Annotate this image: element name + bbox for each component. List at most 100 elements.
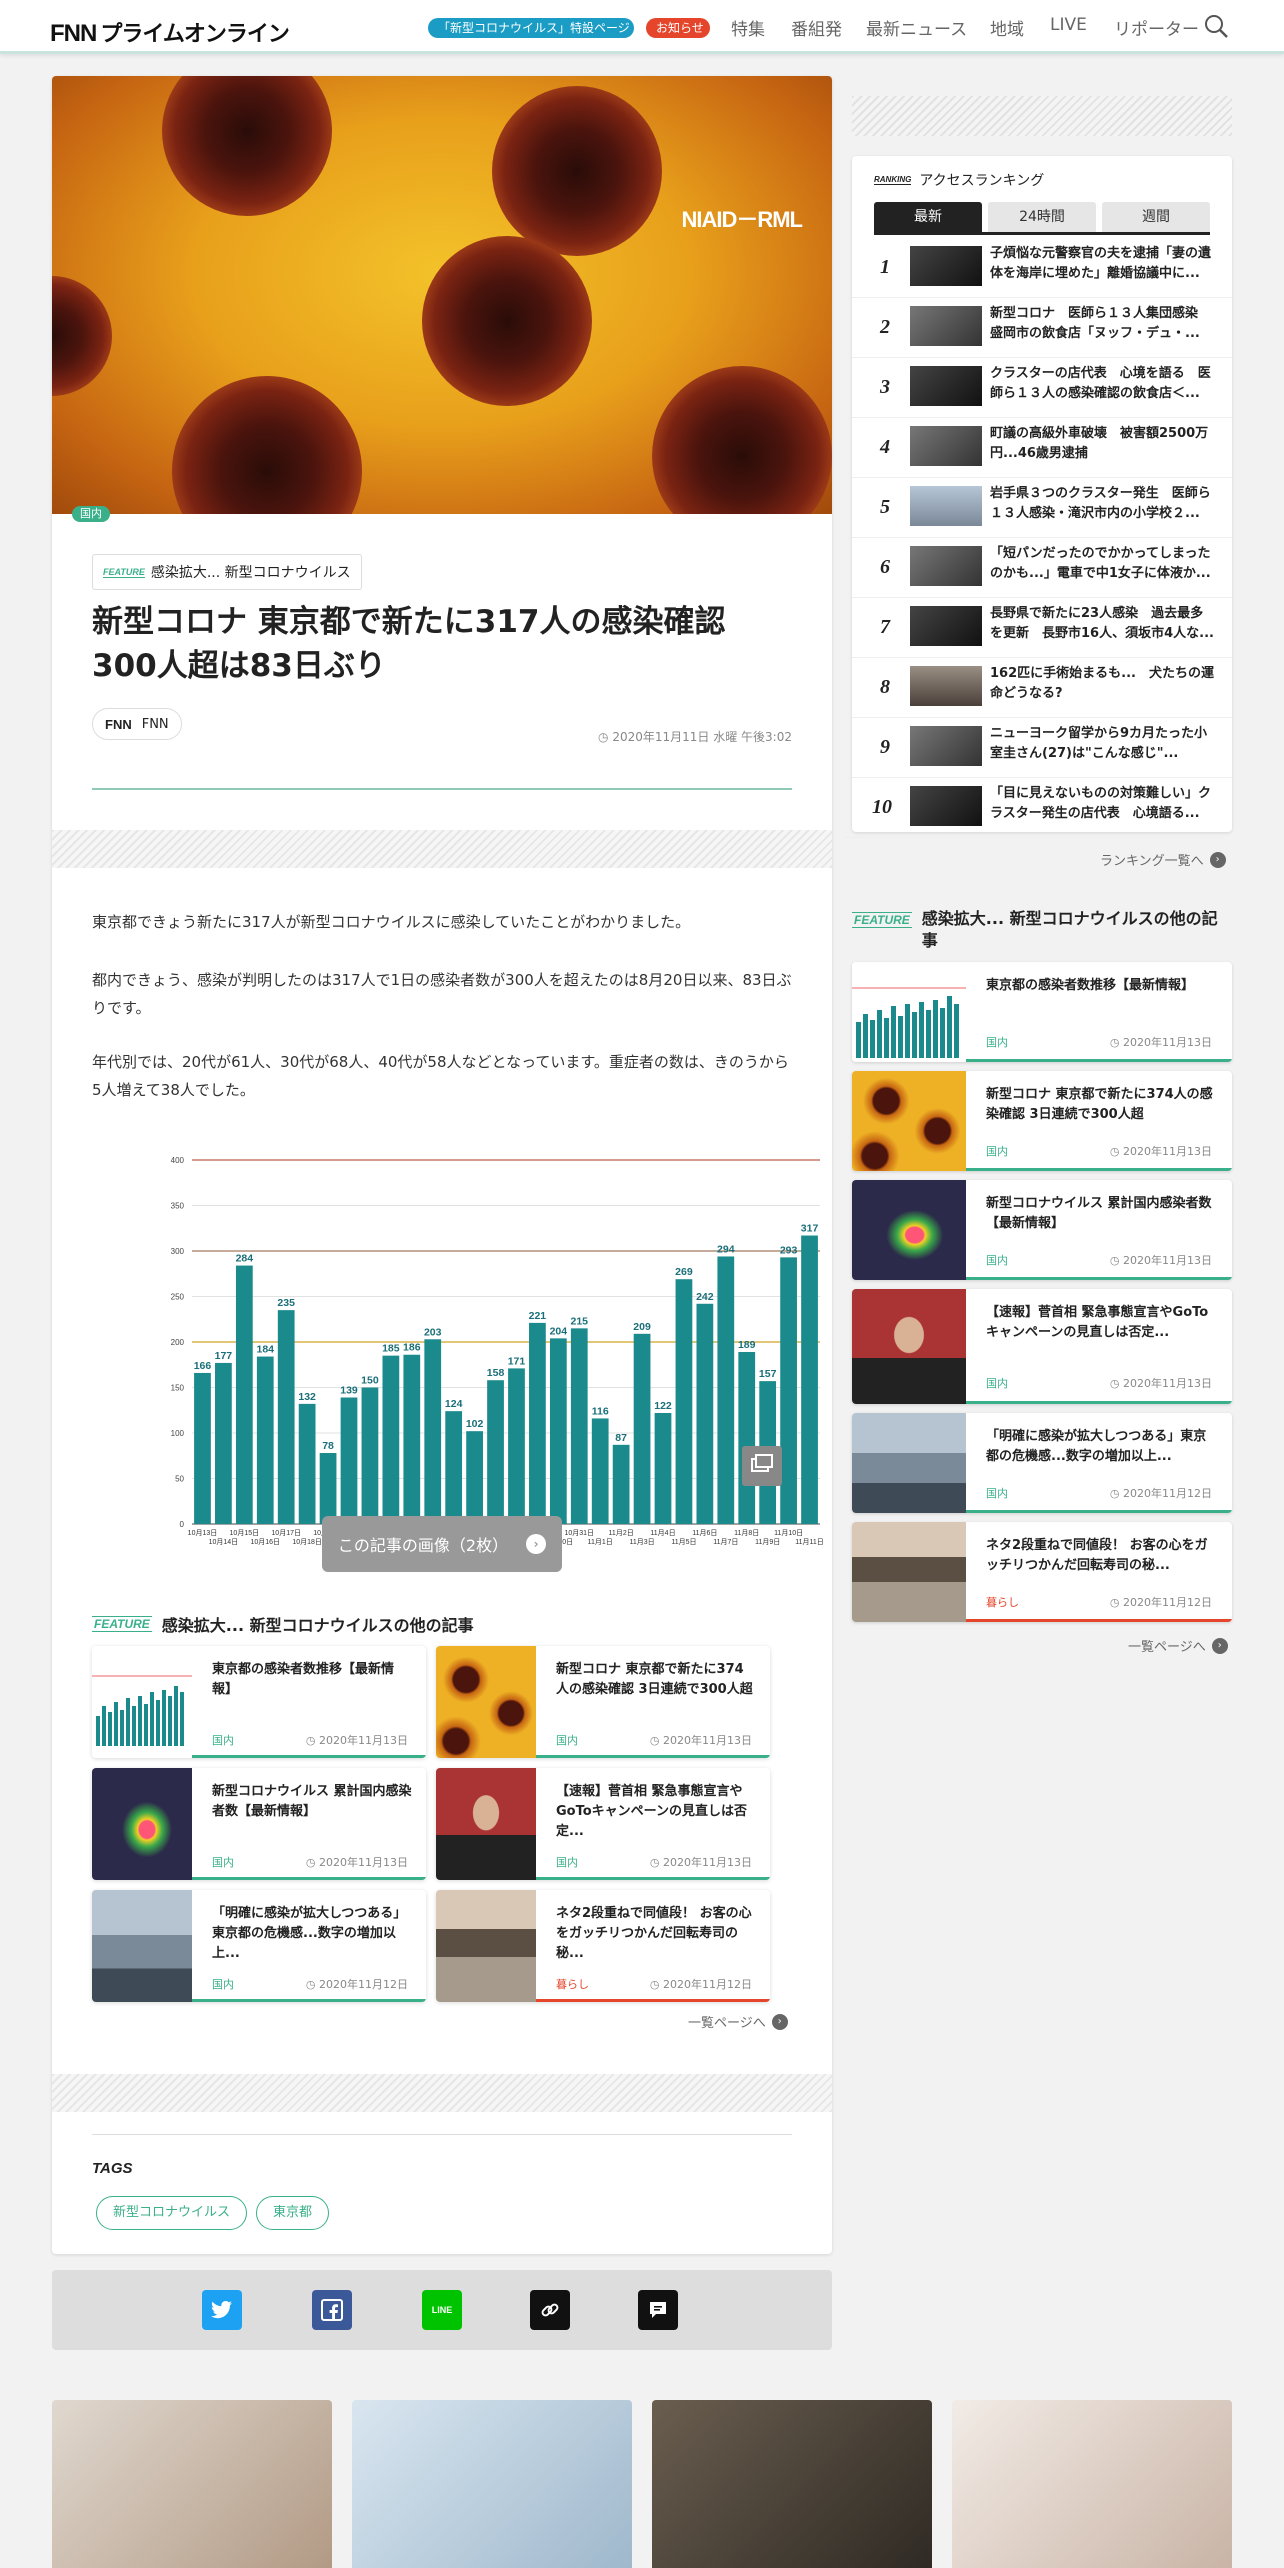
gallery-button[interactable]: この記事の画像（2枚） › bbox=[322, 1516, 562, 1572]
ranking-item[interactable]: 5 岩手県３つのクラスター発生 医師ら１３人感染・滝沢市内の小学校２... bbox=[852, 478, 1232, 538]
related-more-link[interactable]: 一覧ページへ › bbox=[688, 2012, 788, 2031]
line-icon[interactable]: LINE bbox=[422, 2290, 462, 2330]
ranking-item[interactable]: 3 クラスターの店代表 心境を語る 医師ら１３人の感染確認の飲食店＜... bbox=[852, 358, 1232, 418]
cases-bar-chart[interactable]: 0 50 100 150 200 250 300 350 400 166 10月13日 177 10月1… bbox=[110, 1142, 840, 1552]
link-icon[interactable] bbox=[530, 2290, 570, 2330]
x-tick-label: 10月17日 bbox=[271, 1529, 301, 1537]
data-label: 158 bbox=[487, 1367, 505, 1379]
data-label: 124 bbox=[445, 1398, 463, 1410]
related-date: ◷ 2020年11月12日 bbox=[305, 1978, 408, 1991]
feature-tag: FEATURE bbox=[103, 566, 145, 578]
x-tick-label: 11月7日 bbox=[713, 1538, 738, 1546]
bar bbox=[194, 1372, 211, 1524]
ranking-item[interactable]: 8 162匹に手術始まるも... 犬たちの運命どうなる? bbox=[852, 658, 1232, 718]
side-feature-item[interactable]: 【速報】菅首相 緊急事態宣言やGoToキャンペーンの見直しは否定... 国内 ◷… bbox=[852, 1289, 1232, 1404]
nav-tokushu[interactable]: 特集 bbox=[731, 15, 765, 40]
side-feature-item[interactable]: ネタ2段重ねで同値段！ お客の心をガッチリつかんだ回転寿司の秘... 暮らし ◷… bbox=[852, 1522, 1232, 1622]
data-label: 203 bbox=[424, 1326, 442, 1338]
thumbnail bbox=[852, 1071, 966, 1171]
ranking-item[interactable]: 7 長野県で新たに23人感染 過去最多を更新 長野市16人、須坂市4人な... bbox=[852, 598, 1232, 658]
twitter-icon[interactable] bbox=[202, 2290, 242, 2330]
data-label: 317 bbox=[801, 1223, 819, 1235]
ranking-item[interactable]: 10 「目に見えないものの対策難しい」クラスター発生の店代表 心境語る... bbox=[844, 778, 1224, 838]
source-logo: FNN bbox=[105, 716, 132, 732]
related-article[interactable]: ネタ2段重ねで同値段！ お客の心をガッチリつかんだ回転寿司の秘... 暮らし ◷… bbox=[436, 1890, 770, 2002]
thumbnail bbox=[436, 1646, 536, 1758]
tag-tokyo[interactable]: 東京都 bbox=[256, 2196, 330, 2230]
thumbnail bbox=[92, 1646, 192, 1758]
thumbnail bbox=[92, 1768, 192, 1880]
tab-latest[interactable]: 最新 bbox=[874, 202, 982, 232]
chevron-right-icon: › bbox=[1211, 1637, 1228, 1654]
related-article[interactable]: 東京都の感染者数推移【最新情報】 国内 ◷ 2020年11月13日 bbox=[92, 1646, 426, 1758]
related-article[interactable]: 新型コロナ 東京都で新たに374人の感染確認 3日連続で300人超 国内 ◷ 2… bbox=[436, 1646, 770, 1758]
feature-link[interactable]: FEATURE 感染拡大... 新型コロナウイルス bbox=[92, 554, 362, 590]
tab-24h[interactable]: 24時間 bbox=[988, 202, 1096, 232]
y-tick-label: 300 bbox=[171, 1247, 185, 1256]
tag-covid[interactable]: 新型コロナウイルス bbox=[96, 2196, 248, 2230]
hero-image: NIAID－RML bbox=[52, 76, 832, 514]
paragraph-3: 年代別では、20代が61人、30代が68人、40代が58人などとなっています。重… bbox=[92, 1053, 789, 1099]
related-article[interactable]: 新型コロナウイルス 累計国内感染者数【最新情報】 国内 ◷ 2020年11月13… bbox=[92, 1768, 426, 1880]
related-date: ◷ 2020年11月13日 bbox=[305, 1856, 408, 1869]
data-label: 242 bbox=[696, 1291, 714, 1303]
related-category: 国内 bbox=[212, 1734, 234, 1747]
promo-card[interactable] bbox=[52, 2400, 332, 2568]
thumbnail bbox=[852, 1289, 966, 1404]
x-tick-label: 11月11日 bbox=[795, 1538, 824, 1546]
data-label: 235 bbox=[277, 1297, 295, 1309]
ranking-item[interactable]: 6 「短パンだったのでかかってしまったのかも...」電車で中1女子に体液か... bbox=[852, 538, 1232, 598]
nav-latest-news[interactable]: 最新ニュース bbox=[866, 15, 967, 40]
source-badge[interactable]: FNN FNN bbox=[92, 708, 182, 740]
x-tick-label: 10月15日 bbox=[230, 1529, 260, 1537]
nav-reporter[interactable]: リポーター bbox=[1114, 15, 1199, 40]
nav-bangumi[interactable]: 番組発 bbox=[791, 15, 842, 40]
bar bbox=[612, 1444, 630, 1524]
x-tick-label: 11月6日 bbox=[692, 1529, 717, 1537]
chart-svg: 0 50 100 150 200 250 300 350 400 166 10月13日 177 10月1… bbox=[171, 1156, 824, 1546]
category-badge[interactable]: 国内 bbox=[72, 506, 110, 522]
promo-card[interactable] bbox=[952, 2400, 1232, 2568]
related-category: 国内 bbox=[556, 1734, 578, 1747]
promo-card[interactable] bbox=[352, 2400, 632, 2568]
x-tick-label: 11月3日 bbox=[629, 1538, 654, 1546]
ranking-item[interactable]: 9 ニューヨーク留学から9カ月たった小室圭さん(27)は"こんな感じ"... bbox=[852, 718, 1232, 778]
thumbnail bbox=[910, 426, 982, 466]
ranking-more-link[interactable]: ランキング一覧へ › bbox=[1100, 850, 1226, 869]
related-article[interactable]: 「明確に感染が拡大しつつある」東京都の危機感...数字の増加以上... 国内 ◷… bbox=[92, 1890, 426, 2002]
comment-icon[interactable] bbox=[638, 2290, 678, 2330]
ranking-item[interactable]: 4 町議の高級外車破壊 被害額2500万円...46歳男逮捕 bbox=[852, 418, 1232, 478]
notice-pill[interactable]: お知らせ bbox=[646, 18, 710, 38]
bar bbox=[633, 1333, 651, 1524]
search-icon[interactable] bbox=[1202, 12, 1230, 40]
bar bbox=[466, 1431, 483, 1524]
site-header: FNN プライムオンライン 「新型コロナウイルス」特設ページ お知らせ 特集 番組… bbox=[0, 0, 1284, 54]
side-feature-item[interactable]: 新型コロナウイルス 累計国内感染者数【最新情報】 国内 ◷ 2020年11月13… bbox=[852, 1180, 1232, 1280]
side-feature-more-link[interactable]: 一覧ページへ › bbox=[1128, 1636, 1228, 1655]
nav-region[interactable]: 地域 bbox=[990, 15, 1024, 40]
x-tick-label: 11月4日 bbox=[650, 1529, 675, 1537]
special-page-pill[interactable]: 「新型コロナウイルス」特設ページ bbox=[428, 18, 634, 38]
gallery-zoom-icon[interactable] bbox=[742, 1446, 782, 1486]
related-article[interactable]: 【速報】菅首相 緊急事態宣言やGoToキャンペーンの見直しは否定... 国内 ◷… bbox=[436, 1768, 770, 1880]
article-card: NIAID－RML 国内 FEATURE 感染拡大... 新型コロナウイルス 新… bbox=[52, 76, 832, 2254]
side-feature-item[interactable]: 「明確に感染が拡大しつつある」東京都の危機感...数字の増加以上... 国内 ◷… bbox=[852, 1413, 1232, 1513]
divider bbox=[92, 788, 792, 790]
paragraph-1: 東京都できょう新たに317人が新型コロナウイルスに感染していたことがわかりました… bbox=[92, 913, 691, 931]
promo-card[interactable] bbox=[652, 2400, 932, 2568]
facebook-icon[interactable] bbox=[312, 2290, 352, 2330]
site-logo[interactable]: FNN プライムオンライン bbox=[50, 16, 290, 48]
ranking-item[interactable]: 2 新型コロナ 医師ら１３人集団感染 盛岡市の飲食店「ヌッフ・デュ・... bbox=[852, 298, 1232, 358]
related-title: 東京都の感染者数推移【最新情報】 bbox=[212, 1662, 395, 1697]
tab-weekly[interactable]: 週間 bbox=[1102, 202, 1210, 232]
thumbnail bbox=[910, 306, 982, 346]
x-tick-label: 10月16日 bbox=[250, 1538, 280, 1546]
bar bbox=[424, 1339, 442, 1524]
side-feature-item[interactable]: 新型コロナ 東京都で新たに374人の感染確認 3日連続で300人超 国内 ◷ 2… bbox=[852, 1071, 1232, 1171]
share-bar: LINE bbox=[52, 2270, 832, 2350]
related-title: ネタ2段重ねで同値段！ お客の心をガッチリつかんだ回転寿司の秘... bbox=[556, 1906, 752, 1961]
side-feature-item[interactable]: 東京都の感染者数推移【最新情報】 国内 ◷ 2020年11月13日 bbox=[852, 962, 1232, 1062]
ranking-item[interactable]: 1 子煩悩な元警察官の夫を逮捕「妻の遺体を海岸に埋めた」離婚協議中に... bbox=[852, 238, 1232, 298]
nav-live[interactable]: LIVE bbox=[1050, 15, 1087, 35]
bar bbox=[801, 1235, 818, 1524]
